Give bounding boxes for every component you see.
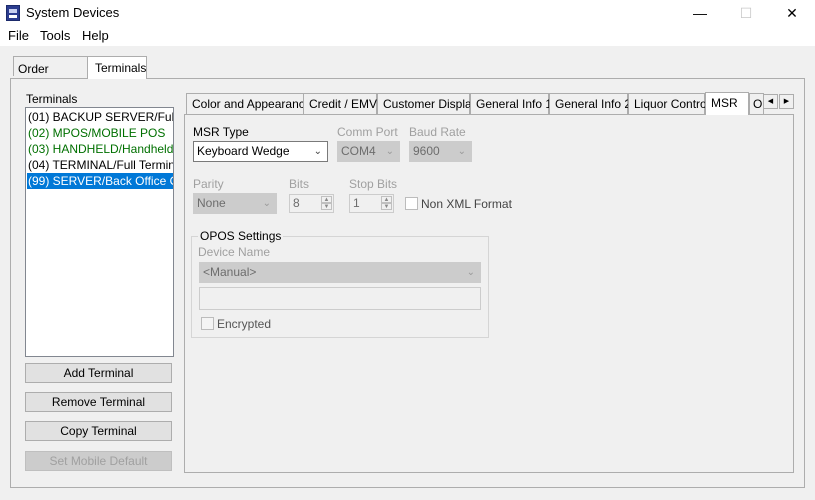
list-item[interactable]: (01) BACKUP SERVER/Full Te bbox=[27, 109, 173, 125]
spin-up-icon[interactable]: ▲ bbox=[321, 196, 332, 203]
tab-scroll-left-icon[interactable]: ◀ bbox=[763, 94, 778, 109]
tab-general-info-1[interactable]: General Info 1 bbox=[470, 93, 552, 114]
menu-bar: File Tools Help bbox=[0, 26, 815, 46]
comm-port-label: Comm Port bbox=[337, 125, 398, 139]
maximize-button[interactable]: ☐ bbox=[723, 0, 769, 26]
opos-settings-title: OPOS Settings bbox=[198, 229, 284, 243]
copy-terminal-button[interactable]: Copy Terminal bbox=[25, 421, 172, 441]
stop-bits-label: Stop Bits bbox=[349, 177, 398, 191]
tab-msr[interactable]: MSR bbox=[705, 92, 749, 115]
remove-terminal-button[interactable]: Remove Terminal bbox=[25, 392, 172, 412]
device-name-value: <Manual> bbox=[203, 265, 257, 279]
menu-help[interactable]: Help bbox=[82, 28, 109, 43]
spin-down-icon[interactable]: ▼ bbox=[321, 203, 332, 210]
close-button[interactable]: ✕ bbox=[769, 0, 815, 26]
comm-port-select[interactable]: COM4 ⌄ bbox=[337, 141, 400, 162]
menu-tools[interactable]: Tools bbox=[40, 28, 70, 43]
menu-file[interactable]: File bbox=[8, 28, 29, 43]
bits-stepper[interactable]: 8 ▲ ▼ bbox=[289, 194, 334, 213]
tab-terminals[interactable]: Terminals bbox=[87, 56, 147, 79]
device-name-input[interactable] bbox=[199, 287, 481, 310]
baud-rate-value: 9600 bbox=[413, 144, 440, 158]
chevron-down-icon: ⌄ bbox=[262, 198, 271, 209]
non-xml-format-label: Non XML Format bbox=[421, 197, 512, 211]
parity-value: None bbox=[197, 196, 226, 210]
stop-bits-stepper[interactable]: 1 ▲ ▼ bbox=[349, 194, 394, 213]
spin-down-icon[interactable]: ▼ bbox=[381, 203, 392, 210]
baud-rate-select[interactable]: 9600 ⌄ bbox=[409, 141, 472, 162]
tab-color-appearance[interactable]: Color and Appearance bbox=[186, 93, 311, 114]
msr-type-select[interactable]: Keyboard Wedge ⌄ bbox=[193, 141, 328, 162]
encrypted-label: Encrypted bbox=[217, 317, 272, 331]
encrypted-checkbox[interactable] bbox=[201, 317, 214, 330]
spin-up-icon[interactable]: ▲ bbox=[381, 196, 392, 203]
device-name-select[interactable]: <Manual> ⌄ bbox=[199, 262, 481, 283]
list-item[interactable]: (02) MPOS/MOBILE POS bbox=[27, 125, 173, 141]
tab-scroll-right-icon[interactable]: ▶ bbox=[779, 94, 794, 109]
tab-credit-emv[interactable]: Credit / EMV bbox=[303, 93, 377, 114]
tab-order-printers[interactable]: Order Printers bbox=[13, 56, 88, 90]
bits-value: 8 bbox=[293, 196, 300, 210]
app-icon bbox=[6, 5, 20, 21]
window-title: System Devices bbox=[26, 5, 120, 20]
chevron-down-icon: ⌄ bbox=[466, 267, 475, 278]
terminals-list[interactable]: (01) BACKUP SERVER/Full Te (02) MPOS/MOB… bbox=[25, 107, 174, 357]
chevron-down-icon: ⌄ bbox=[457, 146, 466, 157]
list-item[interactable]: (99) SERVER/Back Office On bbox=[27, 173, 173, 189]
parity-select[interactable]: None ⌄ bbox=[193, 193, 277, 214]
parity-label: Parity bbox=[193, 177, 224, 191]
stop-bits-value: 1 bbox=[353, 196, 360, 210]
tab-liquor-control[interactable]: Liquor Control bbox=[628, 93, 709, 114]
chevron-down-icon: ⌄ bbox=[313, 146, 322, 157]
tab-general-info-2[interactable]: General Info 2 bbox=[549, 93, 631, 114]
baud-rate-label: Baud Rate bbox=[409, 125, 466, 139]
chevron-down-icon: ⌄ bbox=[385, 146, 394, 157]
title-bar: System Devices — ☐ ✕ bbox=[0, 0, 815, 26]
set-mobile-default-button[interactable]: Set Mobile Default bbox=[25, 451, 172, 471]
minimize-button[interactable]: — bbox=[677, 0, 723, 26]
add-terminal-button[interactable]: Add Terminal bbox=[25, 363, 172, 383]
msr-type-label: MSR Type bbox=[193, 125, 249, 139]
tab-customer-display[interactable]: Customer Display bbox=[377, 93, 478, 114]
device-name-label: Device Name bbox=[198, 245, 271, 259]
bits-label: Bits bbox=[289, 177, 310, 191]
non-xml-format-checkbox[interactable] bbox=[405, 197, 418, 210]
tab-overflow[interactable]: O bbox=[749, 93, 764, 114]
msr-type-value: Keyboard Wedge bbox=[197, 144, 290, 158]
list-item[interactable]: (03) HANDHELD/Handheld Te bbox=[27, 141, 173, 157]
terminals-label: Terminals bbox=[26, 92, 78, 106]
list-item[interactable]: (04) TERMINAL/Full Terminal bbox=[27, 157, 173, 173]
comm-port-value: COM4 bbox=[341, 144, 376, 158]
